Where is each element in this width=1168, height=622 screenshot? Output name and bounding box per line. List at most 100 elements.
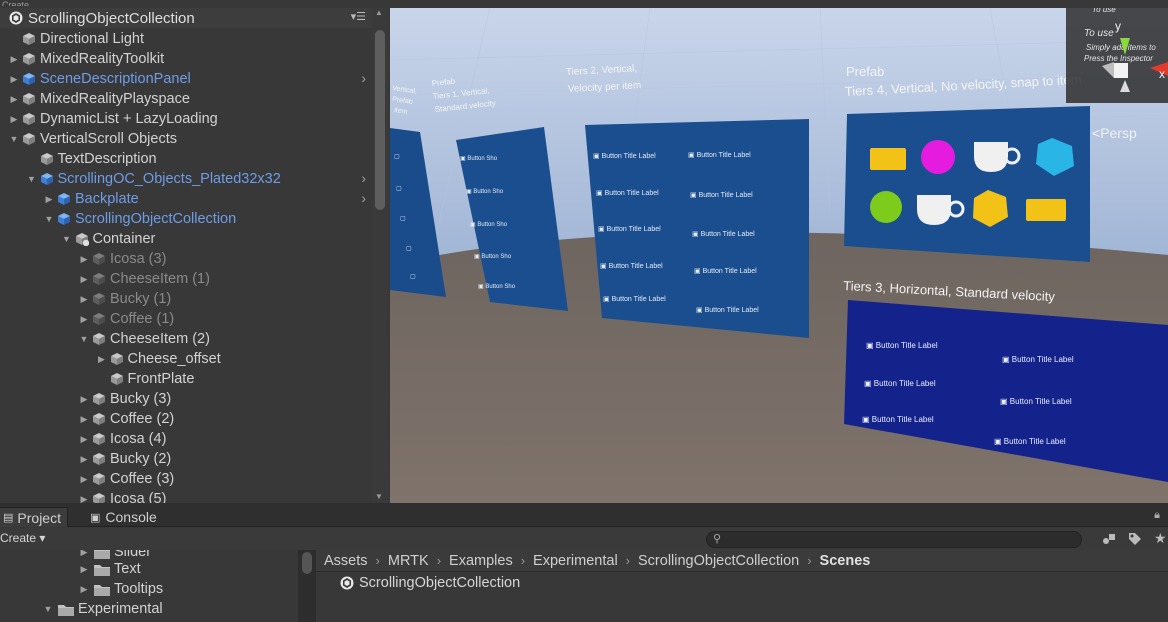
collapsed-arrow-icon[interactable]: ▶ (78, 434, 90, 445)
hierarchy-item[interactable]: ▶ Bucky (1) (0, 289, 372, 309)
panel-tiers4[interactable] (844, 106, 1090, 262)
folder-icon: ▤ (3, 512, 14, 524)
collapsed-arrow-icon[interactable]: ▶ (96, 354, 108, 365)
expanded-arrow-icon[interactable]: ▼ (78, 334, 90, 344)
folder-item[interactable]: ▶ Tooltips (78, 579, 164, 599)
hierarchy-create-strip[interactable]: Create (2, 0, 29, 6)
hierarchy-item[interactable]: ▼ VerticalScroll Objects (0, 129, 372, 149)
hierarchy-item[interactable]: ▶ DynamicList + LazyLoading (0, 109, 372, 129)
hierarchy-item[interactable]: ▶ Bucky (2) (0, 449, 372, 469)
prefab-cube-icon (40, 173, 53, 185)
breadcrumb-item[interactable]: Examples (449, 553, 513, 569)
filter-by-type-icon[interactable] (1102, 532, 1116, 546)
hierarchy-item[interactable]: ▶ Icosa (4) (0, 429, 372, 449)
create-button[interactable]: Create ▾ (0, 531, 45, 545)
scene-toolbar[interactable] (390, 0, 1168, 8)
hierarchy-item[interactable]: ▼ CheeseItem (2) (0, 329, 372, 349)
hierarchy-item[interactable]: ▶ Backplate › (0, 189, 372, 209)
gizmo-center-cube (1114, 63, 1128, 78)
hierarchy-item[interactable]: ▶ Coffee (2) (0, 409, 372, 429)
scene-canvas[interactable]: ▢ ▢ ▢ ▢ ▢ ▣ Button Sho ▣ Button Sho ▣ Button… (390, 0, 1168, 503)
folder-item[interactable]: ▼ Experimental (42, 599, 163, 619)
open-prefab-chevron-icon[interactable]: › (361, 70, 366, 86)
breadcrumb-item[interactable]: Scenes (820, 553, 871, 569)
collapsed-arrow-icon[interactable]: ▶ (78, 274, 90, 285)
scrollbar-thumb[interactable] (302, 552, 312, 574)
collapsed-arrow-icon[interactable]: ▶ (78, 294, 90, 305)
hierarchy-item[interactable]: ▶ Bucky (3) (0, 389, 372, 409)
expanded-arrow-icon[interactable]: ▼ (61, 234, 73, 244)
collapsed-arrow-icon[interactable]: ▶ (78, 564, 90, 575)
expanded-arrow-icon[interactable]: ▼ (8, 134, 20, 144)
breadcrumb-item[interactable]: Experimental (533, 553, 618, 569)
scrollbar-thumb[interactable] (375, 30, 385, 210)
prefab-cube-icon (23, 73, 35, 85)
collapsed-arrow-icon[interactable]: ▶ (8, 114, 20, 125)
collapsed-arrow-icon[interactable]: ▶ (78, 414, 90, 425)
svg-text:▢: ▢ (406, 246, 412, 252)
hierarchy-item[interactable]: ▶ MixedRealityToolkit (0, 49, 372, 69)
gameobject-cube-icon (93, 453, 105, 465)
favorite-star-icon[interactable]: ★ (1154, 530, 1167, 547)
hierarchy-item[interactable]: Directional Light (0, 29, 372, 49)
panel-lock-icon[interactable]: 🔒︎ (1154, 509, 1160, 522)
svg-text:▣ Button Title Label: ▣ Button Title Label (688, 152, 751, 159)
collapsed-arrow-icon[interactable]: ▶ (78, 494, 90, 504)
svg-text:▣ Button Title Label: ▣ Button Title Label (994, 437, 1066, 446)
collapsed-arrow-icon[interactable]: ▶ (78, 550, 90, 558)
gameobject-cube-icon (23, 133, 35, 145)
collapsed-arrow-icon[interactable]: ▶ (78, 394, 90, 405)
svg-text:▣ Button Sho: ▣ Button Sho (478, 284, 516, 290)
hierarchy-scrollbar[interactable]: ▲ ▼ (372, 8, 388, 503)
tab-project[interactable]: ▤ Project (0, 507, 68, 527)
collapsed-arrow-icon[interactable]: ▶ (78, 254, 90, 265)
open-prefab-chevron-icon[interactable]: › (361, 170, 366, 186)
breadcrumb-item[interactable]: MRTK (388, 553, 429, 569)
collapsed-arrow-icon[interactable]: ▶ (43, 194, 55, 205)
collapsed-arrow-icon[interactable]: ▶ (78, 584, 90, 595)
scroll-down-icon[interactable]: ▼ (375, 492, 383, 501)
folder-tree-scrollbar[interactable] (298, 550, 316, 622)
hamburger-menu-icon[interactable]: ▾☰ (351, 10, 366, 23)
hierarchy-item[interactable]: ▶ Cheese_offset (0, 349, 372, 369)
hierarchy-item[interactable]: ▼ ScrollingObjectCollection (0, 209, 372, 229)
hierarchy-item[interactable]: ▼ ScrollingOC_Objects_Plated32x32 › (0, 169, 372, 189)
prefab-cube-icon (58, 193, 70, 205)
svg-text:Press the Inspector: Press the Inspector (1084, 54, 1153, 63)
collapsed-arrow-icon[interactable]: ▶ (8, 94, 20, 105)
scroll-up-icon[interactable]: ▲ (375, 8, 383, 17)
open-prefab-chevron-icon[interactable]: › (361, 190, 366, 206)
hierarchy-item[interactable]: ▼ Container (0, 229, 372, 249)
asset-item-scene[interactable]: ScrollingObjectCollection (340, 575, 520, 591)
search-input[interactable]: ⚲ (706, 531, 1082, 548)
hierarchy-item[interactable]: ▶ CheeseItem (1) (0, 269, 372, 289)
folder-label: Tooltips (114, 581, 164, 597)
breadcrumb-item[interactable]: Assets (324, 553, 368, 569)
hierarchy-item[interactable]: TextDescription (0, 149, 372, 169)
expanded-arrow-icon[interactable]: ▼ (42, 604, 54, 614)
hierarchy-item[interactable]: ▶ Icosa (3) (0, 249, 372, 269)
collapsed-arrow-icon[interactable]: ▶ (78, 474, 90, 485)
collapsed-arrow-icon[interactable]: ▶ (8, 54, 20, 65)
hierarchy-item[interactable]: FrontPlate (0, 369, 372, 389)
gameobject-cube-icon (23, 53, 35, 65)
expanded-arrow-icon[interactable]: ▼ (26, 174, 38, 184)
unity-scene-icon (340, 576, 354, 590)
collapsed-arrow-icon[interactable]: ▶ (8, 74, 20, 85)
folder-item[interactable]: ▶ Text (78, 559, 141, 579)
expanded-arrow-icon[interactable]: ▼ (43, 214, 55, 224)
hierarchy-item[interactable]: ▶ SceneDescriptionPanel › (0, 69, 372, 89)
filter-by-label-icon[interactable] (1128, 532, 1142, 546)
svg-text:▣ Button Title Label: ▣ Button Title Label (696, 307, 759, 314)
hierarchy-item[interactable]: ▶ Coffee (1) (0, 309, 372, 329)
hierarchy-item[interactable]: ▶ Icosa (5) (0, 489, 372, 503)
hierarchy-scene-header[interactable]: ScrollingObjectCollection ▾☰ (0, 8, 372, 28)
collapsed-arrow-icon[interactable]: ▶ (78, 314, 90, 325)
collapsed-arrow-icon[interactable]: ▶ (78, 454, 90, 465)
hierarchy-item[interactable]: ▶ MixedRealityPlayspace (0, 89, 372, 109)
breadcrumb-item[interactable]: ScrollingObjectCollection (638, 553, 799, 569)
svg-text:▣ Button Title Label: ▣ Button Title Label (603, 296, 666, 303)
hierarchy-item[interactable]: ▶ Coffee (3) (0, 469, 372, 489)
tab-console[interactable]: ▣ Console (84, 507, 163, 527)
scene-view[interactable]: ▢ ▢ ▢ ▢ ▢ ▣ Button Sho ▣ Button Sho ▣ Button… (390, 0, 1168, 503)
